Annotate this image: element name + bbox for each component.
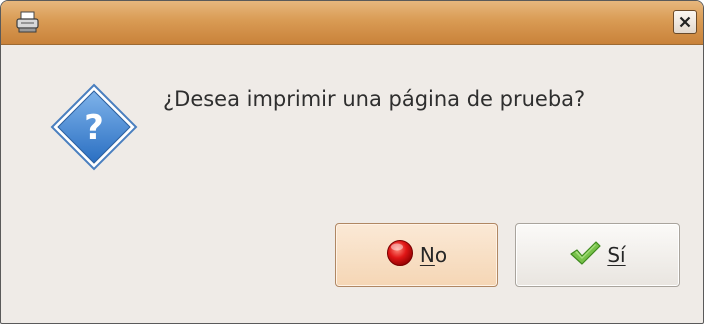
no-button[interactable]: No [335, 223, 498, 287]
title-bar[interactable] [1, 1, 703, 45]
printer-icon [15, 11, 41, 33]
question-icon: ? [48, 81, 140, 173]
svg-text:?: ? [84, 108, 104, 148]
yes-button-label: Sí [607, 243, 626, 267]
close-icon [679, 16, 691, 28]
no-button-label: No [419, 243, 448, 267]
green-check-icon [569, 240, 601, 271]
close-button[interactable] [673, 10, 697, 34]
red-stop-icon [386, 239, 414, 272]
yes-button[interactable]: Sí [515, 223, 680, 287]
dialog-window: ? ¿Desea imprimir una página de prueba? … [0, 0, 704, 324]
dialog-message: ¿Desea imprimir una página de prueba? [163, 87, 586, 111]
